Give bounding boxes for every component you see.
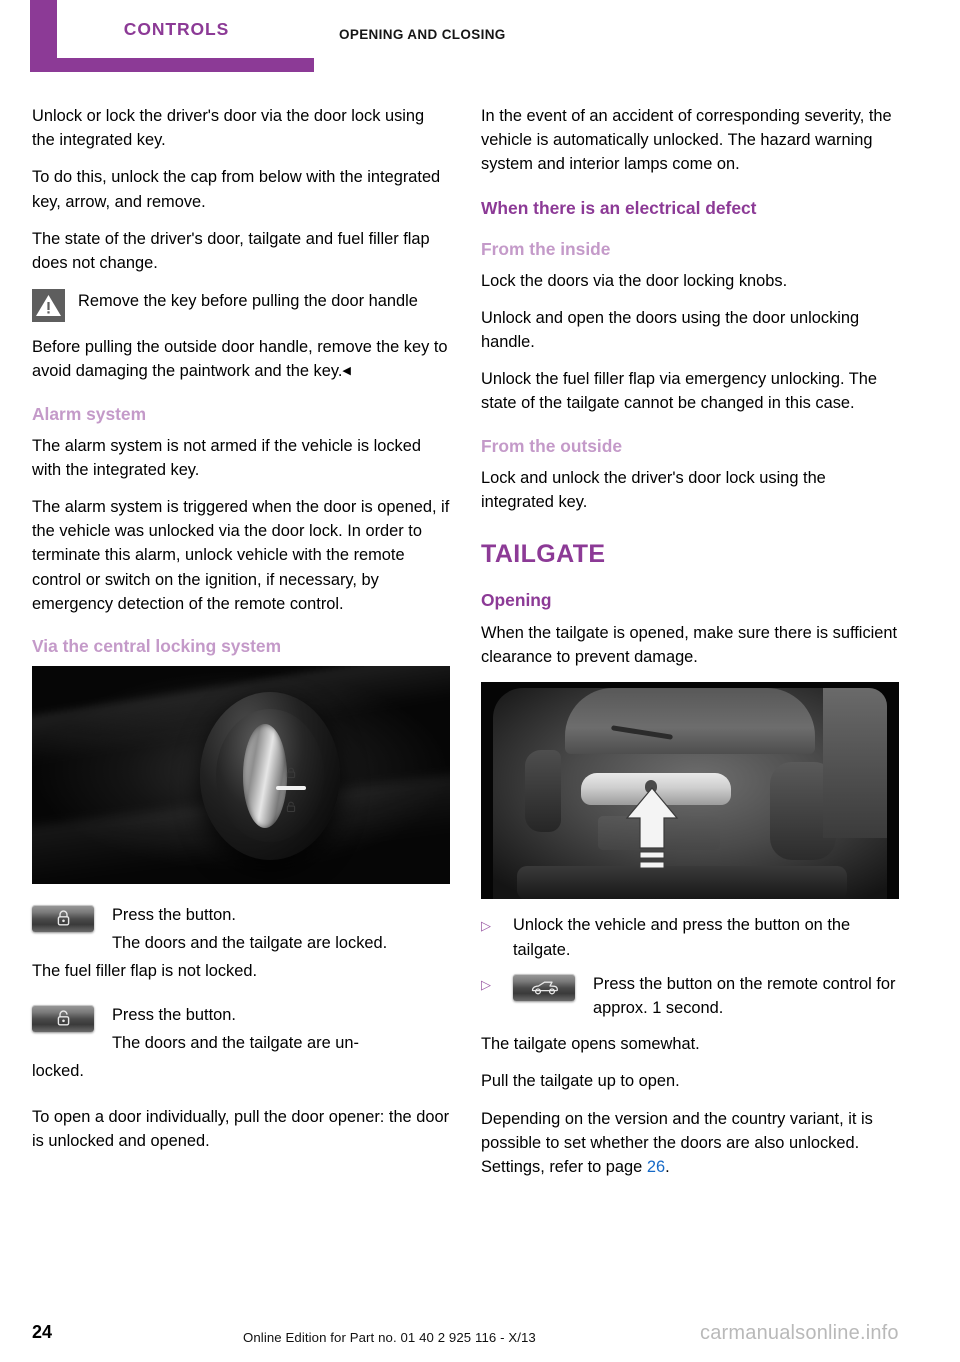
lock-button-slot: [32, 903, 96, 933]
section-label: OPENING AND CLOSING: [339, 27, 506, 42]
door-lock-knob-photo: [32, 666, 450, 885]
paragraph: Unlock or lock the driver's door via the…: [32, 107, 425, 150]
chapter-tab: CONTROLS: [30, 0, 314, 72]
heading-opening: Opening: [481, 590, 552, 611]
tail-lamp-left: [525, 750, 561, 833]
paragraph: The tailgate opens somewhat.: [481, 1035, 700, 1054]
chapter-label: CONTROLS: [123, 18, 230, 39]
list-item: ▷ Press the button on the remote control…: [481, 972, 899, 1020]
chapter-tab-inner: CONTROLS: [57, 0, 314, 58]
settings-text-after: .: [665, 1158, 670, 1177]
paragraph: The alarm system is not armed if the veh…: [32, 436, 421, 479]
up-arrow-icon: [623, 786, 681, 877]
left-column: Unlock or lock the driver's door via the…: [32, 104, 450, 1167]
warning-body: Before pulling the outside door handle, …: [32, 335, 450, 383]
warning-end-marker: ◀: [342, 365, 351, 378]
c-pillar: [823, 688, 887, 839]
lock-button-legend: Press the button. The doors and the tail…: [32, 903, 450, 959]
paragraph: To open a door individually, pull the do…: [32, 1108, 450, 1151]
settings-text-before: Depending on the version and the country…: [481, 1109, 873, 1177]
rear-window: [565, 688, 815, 755]
lock-legend-followup: The fuel filler flap is not locked.: [32, 962, 258, 981]
page-header: CONTROLS OPENING AND CLOSING: [0, 0, 960, 80]
paragraph: Pull the tailgate up to open.: [481, 1072, 680, 1091]
list-item: ▷ Unlock the vehicle and press the butto…: [481, 913, 899, 961]
heading-electrical-defect: When there is an electrical defect: [481, 197, 757, 218]
legend-line: The doors and the tailgate are locked.: [112, 934, 388, 953]
warning-triangle-icon: [32, 289, 65, 323]
unlock-legend-followup: locked.: [32, 1062, 84, 1081]
car-tailgate-open-icon[interactable]: [513, 973, 575, 1001]
padlock-closed-icon[interactable]: [32, 905, 94, 933]
opening-steps-list: ▷ Unlock the vehicle and press the butto…: [481, 913, 899, 1020]
site-watermark: carmanualsonline.info: [700, 1322, 899, 1344]
knob-divider-line: [276, 786, 306, 791]
unlock-button-slot: [32, 1003, 96, 1032]
step-with-button: Press the button on the remote control f…: [513, 972, 899, 1020]
heading-from-the-outside: From the outside: [481, 435, 623, 456]
legend-line: Press the button.: [112, 1005, 236, 1024]
unlock-legend-text: Press the button. The doors and the tail…: [112, 1003, 450, 1059]
paragraph: Lock and unlock the driver's door lock u…: [481, 468, 826, 511]
door-lock-knob-slot: [243, 724, 306, 829]
paragraph: Unlock the fuel filler flap via emergenc…: [481, 370, 878, 413]
door-lock-knob-outer: [200, 692, 340, 861]
legend-line: The doors and the tailgate are un-: [112, 1033, 359, 1052]
unlock-button-legend: Press the button. The doors and the tail…: [32, 1003, 450, 1059]
bullet-triangle-icon: ▷: [481, 918, 491, 934]
right-column: In the event of an accident of correspon…: [481, 104, 899, 1192]
edition-note: Online Edition for Part no. 01 40 2 925 …: [243, 1330, 536, 1345]
warning-title: Remove the key before pulling the door h…: [78, 292, 418, 311]
paragraph: When the tailgate is opened, make sure t…: [481, 624, 898, 667]
legend-line: Press the button.: [112, 906, 236, 925]
step-text: Unlock the vehicle and press the button …: [513, 916, 851, 959]
settings-paragraph: Depending on the version and the country…: [481, 1107, 899, 1180]
bullet-triangle-icon: ▷: [481, 976, 491, 992]
step-text: Press the button on the remote control f…: [593, 974, 896, 1018]
warning-block: Remove the key before pulling the door h…: [32, 289, 450, 323]
paragraph: The state of the driver's door, tailgate…: [32, 229, 430, 273]
heading-alarm-system: Alarm system: [32, 403, 147, 424]
padlock-closed-icon: [285, 766, 297, 779]
tailgate-rear-photo: [481, 682, 899, 900]
heading-via-central-locking: Via the central locking system: [32, 636, 282, 657]
paragraph: To do this, unlock the cap from below wi…: [32, 168, 441, 211]
rear-bumper: [517, 866, 847, 900]
paragraph: In the event of an accident of correspon…: [481, 107, 892, 174]
page-title-tailgate: TAILGATE: [481, 540, 606, 569]
padlock-open-icon[interactable]: [32, 1004, 94, 1032]
paragraph: The alarm system is triggered when the d…: [32, 498, 450, 613]
heading-from-the-inside: From the inside: [481, 238, 611, 259]
warning-body-text: Before pulling the outside door handle, …: [32, 338, 448, 381]
page-reference-link[interactable]: 26: [647, 1158, 665, 1176]
paragraph: Unlock and open the doors using the door…: [481, 308, 860, 352]
tailgate-body: [493, 688, 887, 900]
lock-legend-text: Press the button. The doors and the tail…: [112, 903, 450, 959]
page-number: 24: [32, 1322, 53, 1342]
paragraph: Lock the doors via the door locking knob…: [481, 271, 788, 290]
padlock-open-icon: [285, 800, 297, 813]
remote-button-slot: [513, 972, 575, 1001]
door-lock-knob-mid: [216, 709, 324, 843]
